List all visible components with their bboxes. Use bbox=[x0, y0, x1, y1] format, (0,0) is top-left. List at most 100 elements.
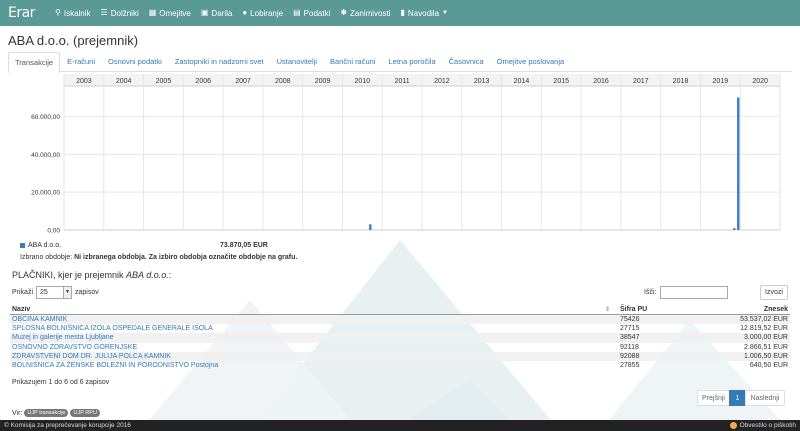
payer-amount: 53.537,02 EUR bbox=[740, 316, 788, 323]
column-header-name[interactable]: Naziv bbox=[10, 306, 530, 313]
legend-swatch bbox=[20, 243, 25, 248]
x-tick-label: 2012 bbox=[434, 78, 450, 85]
tab-casovnica[interactable]: Časovnica bbox=[443, 52, 490, 72]
payer-pu: 92118 bbox=[620, 343, 639, 351]
nav-item-iskalnik[interactable]: ⚲ Iskalnik bbox=[50, 0, 96, 26]
nav-item-dolzniki[interactable]: ☰ Dolžniki bbox=[96, 0, 144, 26]
x-tick-label: 2004 bbox=[116, 78, 132, 85]
payers-table: Naziv ⇕ Šifra PU Znesek OBČINA KAMNIK 75… bbox=[10, 303, 790, 370]
list-icon: ☰ bbox=[100, 8, 108, 17]
table-row: OSNOVNO ZDRAVSTVO GORENJSKE 92118 2.866,… bbox=[10, 343, 790, 352]
nav-item-label: Dolžniki bbox=[110, 8, 139, 18]
payer-amount: 640,50 EUR bbox=[749, 361, 788, 369]
x-tick-label: 2016 bbox=[593, 78, 609, 85]
nav-item-lobiranje[interactable]: ● Lobiranje bbox=[237, 0, 288, 26]
x-tick-label: 2005 bbox=[156, 78, 172, 85]
chart-legend: ABA d.o.o. bbox=[20, 242, 61, 249]
payer-link[interactable]: OSNOVNO ZDRAVSTVO GORENJSKE bbox=[10, 343, 530, 352]
table-row: ZDRAVSTVENI DOM DR. JULIJA POLCA KAMNIK … bbox=[10, 351, 790, 361]
table-header: Naziv ⇕ Šifra PU Znesek bbox=[10, 303, 790, 315]
chart-bar bbox=[733, 228, 736, 230]
column-header-amount[interactable]: Znesek bbox=[690, 306, 790, 313]
export-button[interactable]: Izvozi bbox=[760, 285, 788, 300]
transactions-chart[interactable]: 2003 2004 2005 2006 2007 2008 2009 2010 2011 2012… bbox=[0, 74, 800, 239]
nav-item-label: Iskalnik bbox=[63, 8, 91, 18]
section-title-suffix: : bbox=[168, 270, 172, 280]
chart-svg[interactable]: 2003 2004 2005 2006 2007 2008 2009 2010 2011 2012… bbox=[0, 74, 800, 239]
nav-item-omejitve[interactable]: ▦ Omejitve bbox=[144, 0, 196, 26]
chart-bar bbox=[737, 97, 740, 230]
y-tick-label: 60.000,00 bbox=[31, 114, 60, 121]
y-tick-label: 20.000,00 bbox=[31, 190, 60, 197]
pagination: Prejšnji 1 Naslednji bbox=[697, 390, 785, 406]
tab-osnovni-podatki[interactable]: Osnovni podatki bbox=[102, 52, 168, 72]
header-name-label: Naziv bbox=[12, 306, 31, 313]
table-info: Prikazujem 1 do 6 od 6 zapisov bbox=[12, 379, 110, 386]
page-length-value: 25 bbox=[40, 289, 48, 296]
asterisk-icon: ✱ bbox=[340, 8, 348, 17]
x-tick-label: 2008 bbox=[275, 78, 291, 85]
footer-copyright: © Komisija za preprečevanje korupcije 20… bbox=[4, 422, 131, 429]
entries-label: zapisov bbox=[75, 289, 99, 296]
info-icon bbox=[729, 422, 737, 429]
column-header-pu[interactable]: Šifra PU bbox=[610, 306, 690, 313]
nav-item-label: Navodila bbox=[407, 8, 440, 18]
previous-page-button[interactable]: Prejšnji bbox=[697, 390, 730, 406]
payer-amount: 3.000,00 EUR bbox=[744, 334, 788, 342]
x-tick-label: 2007 bbox=[235, 78, 251, 85]
x-tick-label: 2017 bbox=[633, 78, 649, 85]
payer-pu: 27855 bbox=[620, 361, 640, 369]
selected-period: Izbrano obdobje: Ni izbranega obdobja. Z… bbox=[20, 254, 297, 261]
x-tick-label: 2006 bbox=[195, 78, 211, 85]
tab-transakcije[interactable]: Transakcije bbox=[8, 52, 61, 73]
nav-item-darila[interactable]: ▣ Darila bbox=[196, 0, 237, 26]
next-page-button[interactable]: Naslednji bbox=[745, 390, 785, 406]
nav-item-label: Omejitve bbox=[159, 8, 191, 18]
search-control: Išči: bbox=[644, 286, 729, 299]
nav-item-podatki[interactable]: ▤ Podatki bbox=[288, 0, 335, 26]
y-tick-label: 40.000,00 bbox=[31, 152, 60, 159]
tab-letna-porocila[interactable]: Letna poročila bbox=[383, 52, 442, 72]
tab-bancni-racuni[interactable]: Bančni računi bbox=[324, 52, 381, 72]
chevron-down-icon: ▼ bbox=[63, 287, 72, 298]
page-length-select[interactable]: 25 ▼ bbox=[36, 286, 73, 299]
payer-pu: 75426 bbox=[620, 316, 640, 323]
nav-item-zanimivosti[interactable]: ✱ Zanimivosti bbox=[335, 0, 395, 26]
table-row: SPLOŠNA BOLNIŠNICA IZOLA OSPEDALE GENERA… bbox=[10, 324, 790, 333]
nav-item-label: Lobiranje bbox=[250, 8, 284, 18]
source-badge: UJP transakcije bbox=[24, 409, 69, 417]
nav-item-navodila[interactable]: ▮ Navodila ▼ bbox=[396, 0, 454, 26]
search-icon: ⚲ bbox=[55, 8, 61, 17]
nav-item-label: Zanimivosti bbox=[350, 8, 391, 18]
page-1-button[interactable]: 1 bbox=[729, 390, 746, 406]
caret-down-icon: ▼ bbox=[442, 10, 448, 16]
y-tick-label: 0,00 bbox=[47, 228, 60, 235]
search-label: Išči: bbox=[644, 289, 657, 296]
payer-link[interactable]: SPLOŠNA BOLNIŠNICA IZOLA OSPEDALE GENERA… bbox=[10, 324, 530, 333]
payer-link[interactable]: Muzej in galerije mesta Ljubljane bbox=[10, 333, 530, 342]
tab-e-racuni[interactable]: E-računi bbox=[61, 52, 101, 72]
page-title: ABA d.o.o. (prejemnik) bbox=[8, 33, 139, 48]
data-sources: Vir: UJP transakcije UJP RPU bbox=[12, 409, 100, 417]
search-input[interactable] bbox=[660, 286, 729, 299]
sources-label: Vir: bbox=[12, 409, 23, 417]
payer-link[interactable]: OBČINA KAMNIK bbox=[10, 315, 530, 324]
x-tick-label: 2011 bbox=[395, 78, 410, 85]
payer-pu: 38547 bbox=[620, 334, 640, 342]
cookie-notice[interactable]: Obvestilo o piškotih bbox=[729, 422, 796, 429]
tab-omejitve-poslovanja[interactable]: Omejitve poslovanja bbox=[491, 52, 571, 72]
payer-amount: 12.819,52 EUR bbox=[740, 325, 788, 333]
payer-link[interactable]: BOLNIŠNICA ZA ŽENSKE BOLEZNI IN PORODNIŠ… bbox=[10, 361, 530, 370]
period-value: Ni izbranega obdobja. Za izbiro obdobja … bbox=[74, 254, 298, 261]
page-length-control: Prikaži 25 ▼ zapisov bbox=[12, 286, 99, 299]
tab-zastopniki[interactable]: Zastopniki in nadzorni svet bbox=[169, 52, 270, 72]
x-tick-label: 2003 bbox=[76, 78, 92, 85]
brand-logo[interactable]: Erar bbox=[0, 5, 50, 21]
payer-link[interactable]: ZDRAVSTVENI DOM DR. JULIJA POLCA KAMNIK bbox=[10, 352, 530, 361]
header-pu-label: Šifra PU bbox=[620, 306, 648, 313]
top-navbar: Erar ⚲ Iskalnik ☰ Dolžniki ▦ Omejitve ▣ … bbox=[0, 0, 800, 26]
tab-ustanovitelji[interactable]: Ustanovitelji bbox=[271, 52, 323, 72]
payers-section-title: PLAČNIKI, kjer je prejemnik ABA d.o.o.: bbox=[12, 270, 171, 280]
cookie-notice-label: Obvestilo o piškotih bbox=[739, 422, 796, 429]
show-label: Prikaži bbox=[12, 289, 34, 296]
